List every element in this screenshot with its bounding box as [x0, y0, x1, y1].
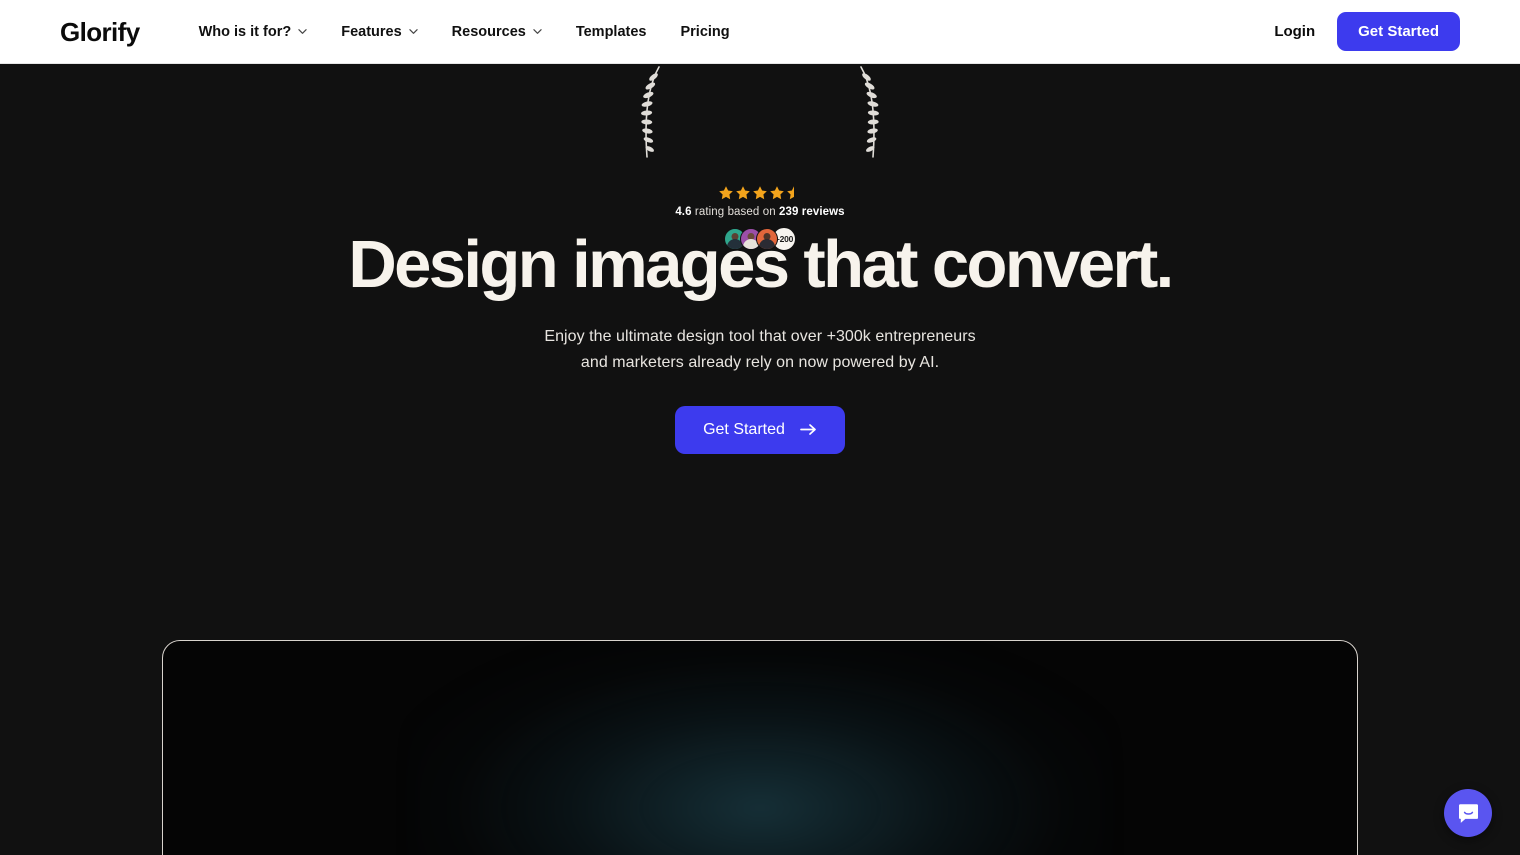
hero-subtitle-line-2: and marketers already rely on now powere…: [580, 353, 940, 371]
laurel-wreath-left-icon: [638, 64, 664, 160]
chevron-down-icon: [533, 27, 542, 36]
login-link[interactable]: Login: [1274, 23, 1315, 40]
rating-badge: 4.6 rating based on 239 reviews +200: [641, 64, 879, 251]
nav-item-label: Resources: [451, 23, 526, 40]
star-icon-filled: [718, 185, 734, 201]
star-rating: [718, 185, 802, 201]
rating-summary-text: 4.6 rating based on 239 reviews: [675, 206, 844, 220]
chat-bubble-icon: [1457, 802, 1480, 825]
rating-value: 4.6: [675, 206, 692, 218]
reviewer-avatars: +200: [724, 226, 796, 251]
star-icon-half: [786, 185, 802, 201]
chevron-down-icon: [408, 27, 418, 36]
chat-launcher-button[interactable]: [1444, 789, 1492, 837]
nav-item-label: Pricing: [680, 23, 730, 40]
hero-get-started-button[interactable]: Get Started: [675, 405, 845, 454]
product-preview-panel[interactable]: [162, 640, 1358, 855]
nav-item-label: Features: [341, 23, 402, 40]
nav-item-features[interactable]: Features: [324, 16, 434, 48]
chevron-down-icon: [298, 27, 307, 36]
header-get-started-button[interactable]: Get Started: [1337, 12, 1460, 51]
header-actions: Login Get Started: [1274, 12, 1460, 51]
hero-cta-wrapper: Get Started: [0, 405, 1520, 454]
rating-prefix: rating based on: [691, 206, 779, 218]
star-icon-filled: [752, 185, 768, 201]
nav-item-who-is-it-for[interactable]: Who is it for?: [182, 16, 325, 48]
laurel-wreath-right-icon: [856, 64, 882, 160]
rating-badge-content: 4.6 rating based on 239 reviews +200: [660, 185, 860, 251]
brand-logo-link[interactable]: Glorify: [60, 19, 140, 45]
preview-glow: [410, 641, 1110, 855]
arrow-right-icon: [800, 422, 817, 437]
hero-subtitle-line-1: Enjoy the ultimate design tool that over…: [544, 327, 976, 345]
site-header: Glorify Who is it for? Features Resource…: [0, 0, 1520, 64]
star-icon-filled: [735, 185, 751, 201]
star-icon-filled: [769, 185, 785, 201]
nav-item-templates[interactable]: Templates: [559, 16, 664, 48]
nav-item-label: Who is it for?: [198, 23, 292, 40]
avatar: [756, 227, 778, 250]
hero-subtitle: Enjoy the ultimate design tool that over…: [0, 324, 1520, 376]
hero-cta-label: Get Started: [703, 420, 785, 438]
reviews-count: 239 reviews: [778, 206, 845, 218]
main-navigation: Who is it for? Features Resources Templa…: [182, 16, 747, 48]
glorify-logo: Glorify: [60, 16, 140, 47]
nav-item-pricing[interactable]: Pricing: [663, 16, 746, 48]
nav-item-resources[interactable]: Resources: [435, 16, 559, 48]
nav-item-label: Templates: [575, 23, 647, 40]
hero-section: 4.6 rating based on 239 reviews +200 Des…: [0, 64, 1520, 855]
